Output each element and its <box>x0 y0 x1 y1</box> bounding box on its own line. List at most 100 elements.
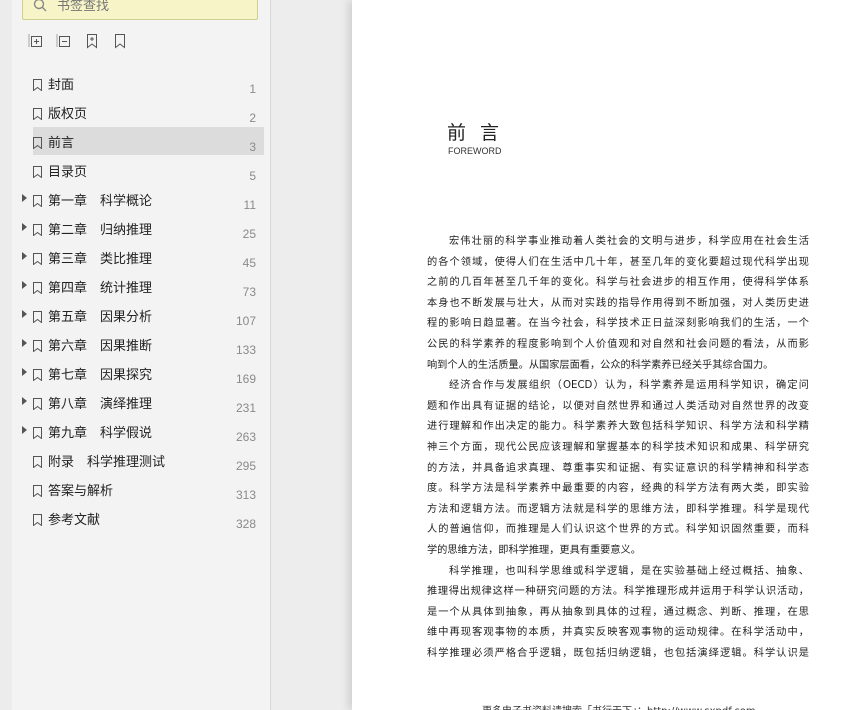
bookmark-item[interactable]: 前言 3 <box>0 126 270 155</box>
text-line: 神三个方面，现代公民应该理解和掌握基本的科学技术知识和成果、科学研究 <box>427 441 809 453</box>
bookmark-flag-icon <box>33 250 42 266</box>
document-page: 前 言 FOREWORD 宏伟壮丽的科学事业推动着人类社会的文明与进步，科学应用… <box>352 0 846 710</box>
bookmark-page-number: 328 <box>235 517 256 531</box>
bookmark-item[interactable]: 第七章 因果探究 169 <box>0 358 270 387</box>
bookmark-flag-icon <box>33 221 42 237</box>
expand-arrow-icon[interactable] <box>22 194 27 202</box>
bookmark-item[interactable]: 第九章 科学假说 263 <box>0 416 270 445</box>
bookmark-page-number: 2 <box>249 111 256 125</box>
search-icon <box>33 0 47 16</box>
expand-all-button[interactable] <box>28 33 44 53</box>
bookmark-search-box[interactable] <box>22 0 258 20</box>
bookmark-item[interactable]: 封面 1 <box>0 68 270 97</box>
remove-bookmark-button[interactable] <box>112 34 128 51</box>
bookmark-label: 第四章 统计推理 <box>48 281 153 296</box>
text-line: 科学推理，也叫科学思维或科学逻辑，是在实验基础上经过概括、抽象、 <box>449 565 809 577</box>
bookmark-page-number: 231 <box>235 401 256 415</box>
bookmark-item[interactable]: 版权页 2 <box>0 97 270 126</box>
bookmark-page-number: 73 <box>242 285 256 299</box>
bookmark-label: 答案与解析 <box>48 484 114 499</box>
bookmark-item[interactable]: 第二章 归纳推理 25 <box>0 213 270 242</box>
text-line: 的方法，并具备追求真理、尊重事实和证据、有实证意识的科学精神和科学态 <box>427 462 809 474</box>
bookmark-page-number: 5 <box>249 169 256 183</box>
bookmark-label: 第九章 科学假说 <box>48 426 153 441</box>
bookmark-search-input[interactable] <box>57 0 247 14</box>
bookmark-flag-icon <box>33 424 42 440</box>
bookmark-page-number: 169 <box>235 372 256 386</box>
bookmark-item[interactable]: 答案与解析 313 <box>0 474 270 503</box>
bookmark-sidebar: 封面1版权页2前言3目录页5第一章 科学概论11第二章 归纳推理25第三章 类比… <box>0 0 271 710</box>
bookmark-label: 第七章 因果探究 <box>48 368 153 383</box>
expand-arrow-icon[interactable] <box>22 339 27 347</box>
bookmark-page-number: 25 <box>242 227 256 241</box>
bookmark-toolbar <box>28 33 128 53</box>
bookmark-flag-icon <box>33 511 42 527</box>
expand-arrow-icon[interactable] <box>22 368 27 376</box>
page-subtitle: FOREWORD <box>448 146 502 156</box>
text-line: 进行理解和作出决定的能力。科学素养大致包括科学知识、科学方法和科学精 <box>427 421 809 433</box>
bookmark-item[interactable]: 参考文献 328 <box>0 503 270 532</box>
bookmark-item[interactable]: 第八章 演绎推理 231 <box>0 387 270 416</box>
collapse-all-button[interactable] <box>56 33 72 53</box>
bookmark-item[interactable]: 第六章 因果推断 133 <box>0 329 270 358</box>
text-line: 学的思维方法，即科学推理，更具有重要意义。 <box>427 544 641 556</box>
text-line: 度。科学方法是科学素养中最重要的内容，经典的科学方法有两大类，即实验 <box>427 483 809 495</box>
bookmark-item[interactable]: 第一章 科学概论 11 <box>0 184 270 213</box>
text-line: 程的影响日趋显著。在当今社会，科学技术正日益深刻影响我们的生活，一个 <box>427 318 809 330</box>
bookmark-list: 封面 1 版权页 2 前言 3 目录页 5 第一章 科学概论 11 第二章 归纳推理 25 第三章 类比… <box>0 68 270 532</box>
bookmark-flag-icon <box>33 105 42 121</box>
bookmark-page-number: 263 <box>235 430 256 444</box>
bookmark-page-number: 107 <box>235 314 256 328</box>
bookmark-page-number: 11 <box>243 198 256 212</box>
bookmark-page-number: 313 <box>235 488 256 502</box>
expand-arrow-icon[interactable] <box>22 426 27 434</box>
text-line: 题和作出具有证据的结论，以便对自然世界和通过人类活动对自然世界的改变 <box>427 400 809 412</box>
bookmark-label: 第一章 科学概论 <box>48 194 153 209</box>
bookmark-item[interactable]: 第四章 统计推理 73 <box>0 271 270 300</box>
text-line: 的各个领域，使得人们在生活中几十年，甚至几年的变化要超过现代科学出现 <box>427 256 809 268</box>
expand-arrow-icon[interactable] <box>22 252 27 260</box>
bookmark-flag-icon <box>33 453 42 469</box>
bookmark-page-number: 45 <box>242 256 256 270</box>
text-line: 维中再现客观事物的本质，并真实反映客观事物的运动规律。在科学活动中， <box>427 627 809 639</box>
expand-all-icon <box>28 33 44 53</box>
collapse-all-icon <box>56 33 72 53</box>
expand-arrow-icon[interactable] <box>22 397 27 405</box>
bookmark-flag-icon <box>33 482 42 498</box>
bookmark-item[interactable]: 第三章 类比推理 45 <box>0 242 270 271</box>
document-viewer[interactable]: 前 言 FOREWORD 宏伟壮丽的科学事业推动着人类社会的文明与进步，科学应用… <box>271 0 846 710</box>
bookmark-page-number: 1 <box>249 82 256 96</box>
add-bookmark-icon <box>84 33 100 53</box>
expand-arrow-icon[interactable] <box>22 223 27 231</box>
bookmark-page-number: 295 <box>235 459 256 473</box>
page-body-text: 宏伟壮丽的科学事业推动着人类社会的文明与进步，科学应用在社会生活 的各个领域，使得… <box>427 232 809 664</box>
bookmark-label: 前言 <box>48 136 75 151</box>
expand-arrow-icon[interactable] <box>22 310 27 318</box>
bookmark-item[interactable]: 目录页 5 <box>0 155 270 184</box>
bookmark-label: 附录 科学推理测试 <box>48 455 166 470</box>
bookmark-flag-icon <box>33 134 42 150</box>
bookmark-flag-icon <box>33 308 42 324</box>
page-footer: 更多电子书资料请搜索「书行天下」：http://www.sxpdf.com <box>482 702 756 710</box>
page-title: 前 言 <box>447 122 504 144</box>
expand-arrow-icon[interactable] <box>22 281 27 289</box>
bookmark-label: 封面 <box>48 78 75 93</box>
bookmark-flag-icon <box>33 163 42 179</box>
bookmark-item[interactable]: 附录 科学推理测试 295 <box>0 445 270 474</box>
text-line: 响到个人的生活质量。从国家层面看，公众的科学素养已经关乎其综合国力。 <box>427 359 774 371</box>
bookmark-flag-icon <box>33 192 42 208</box>
text-line: 推理得出规律这样一种研究问题的方法。科学推理形成并运用于科学认识活动， <box>427 586 809 598</box>
bookmark-label: 第三章 类比推理 <box>48 252 153 267</box>
bookmark-label: 第六章 因果推断 <box>48 339 153 354</box>
bookmark-label: 第五章 因果分析 <box>48 310 153 325</box>
text-line: 经济合作与发展组织（OECD）认为，科学素养是运用科学知识，确定问 <box>449 380 809 392</box>
bookmark-item[interactable]: 第五章 因果分析 107 <box>0 300 270 329</box>
bookmark-flag-icon <box>33 76 42 92</box>
bookmark-flag-icon <box>33 366 42 382</box>
text-line: 公民的科学素养的程度影响到个人价值观和对自然和社会问题的看法，从而影 <box>427 338 809 350</box>
text-line: 之前的几百年甚至几千年的变化。科学与社会进步的相互作用，使得科学体系 <box>427 277 809 289</box>
text-line: 本身也不断发展与壮大，从而对实践的指导作用得到不断加强，对人类历史进 <box>427 297 809 309</box>
bookmark-flag-icon <box>33 279 42 295</box>
add-bookmark-button[interactable] <box>84 33 100 53</box>
bookmark-label: 版权页 <box>48 107 88 122</box>
